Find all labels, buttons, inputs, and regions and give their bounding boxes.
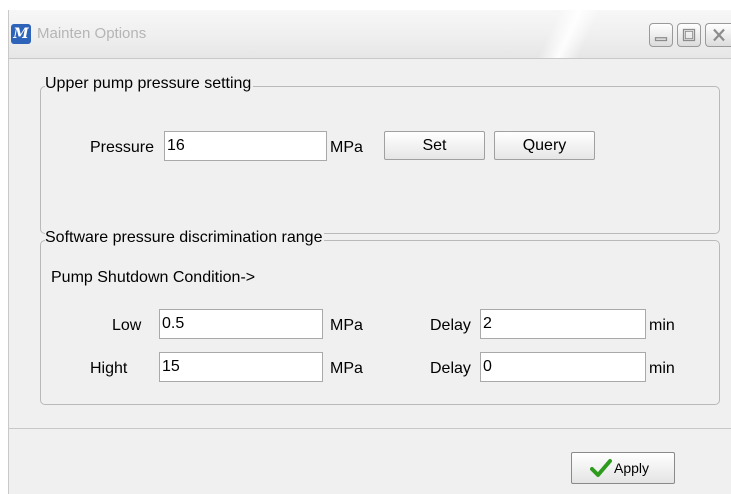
window-title: Mainten Options <box>37 25 147 42</box>
low-delay-label: Delay <box>430 317 471 334</box>
apply-button[interactable]: Apply <box>571 452 675 484</box>
footer-divider <box>9 428 731 429</box>
low-delay-unit: min <box>649 317 675 334</box>
pressure-unit: MPa <box>330 139 363 156</box>
close-button[interactable] <box>705 23 731 47</box>
upper-pump-pressure-legend: Upper pump pressure setting <box>45 75 254 93</box>
green-check-icon <box>590 459 612 477</box>
high-delay-label: Delay <box>430 360 471 377</box>
shutdown-condition-label: Pump Shutdown Condition-> <box>51 269 256 286</box>
minimize-icon <box>654 37 668 42</box>
close-icon <box>713 28 725 42</box>
app-icon: M <box>11 24 31 44</box>
high-label: Hight <box>90 360 128 377</box>
maximize-button[interactable] <box>677 23 701 47</box>
maximize-icon <box>682 28 696 42</box>
mainten-options-window: M Mainten Options Upper pump pressure se… <box>8 10 731 494</box>
query-button[interactable]: Query <box>494 131 595 160</box>
low-label: Low <box>112 317 142 334</box>
high-delay-unit: min <box>649 360 675 377</box>
low-delay-input[interactable]: 2 <box>480 309 646 339</box>
apply-label: Apply <box>614 460 650 476</box>
title-bar[interactable]: M Mainten Options <box>9 10 731 59</box>
low-pressure-unit: MPa <box>330 317 363 334</box>
high-pressure-input[interactable]: 15 <box>159 352 323 382</box>
pressure-input[interactable]: 16 <box>164 131 327 161</box>
low-pressure-input[interactable]: 0.5 <box>159 309 323 339</box>
title-sheen-decoration <box>529 10 609 58</box>
pressure-label: Pressure <box>90 139 155 156</box>
set-button[interactable]: Set <box>384 131 485 160</box>
discrimination-range-legend: Software pressure discrimination range <box>45 229 325 247</box>
upper-pump-pressure-group: Upper pump pressure setting <box>40 75 720 234</box>
high-pressure-unit: MPa <box>330 360 363 377</box>
high-delay-input[interactable]: 0 <box>480 352 646 382</box>
minimize-button[interactable] <box>649 23 673 47</box>
